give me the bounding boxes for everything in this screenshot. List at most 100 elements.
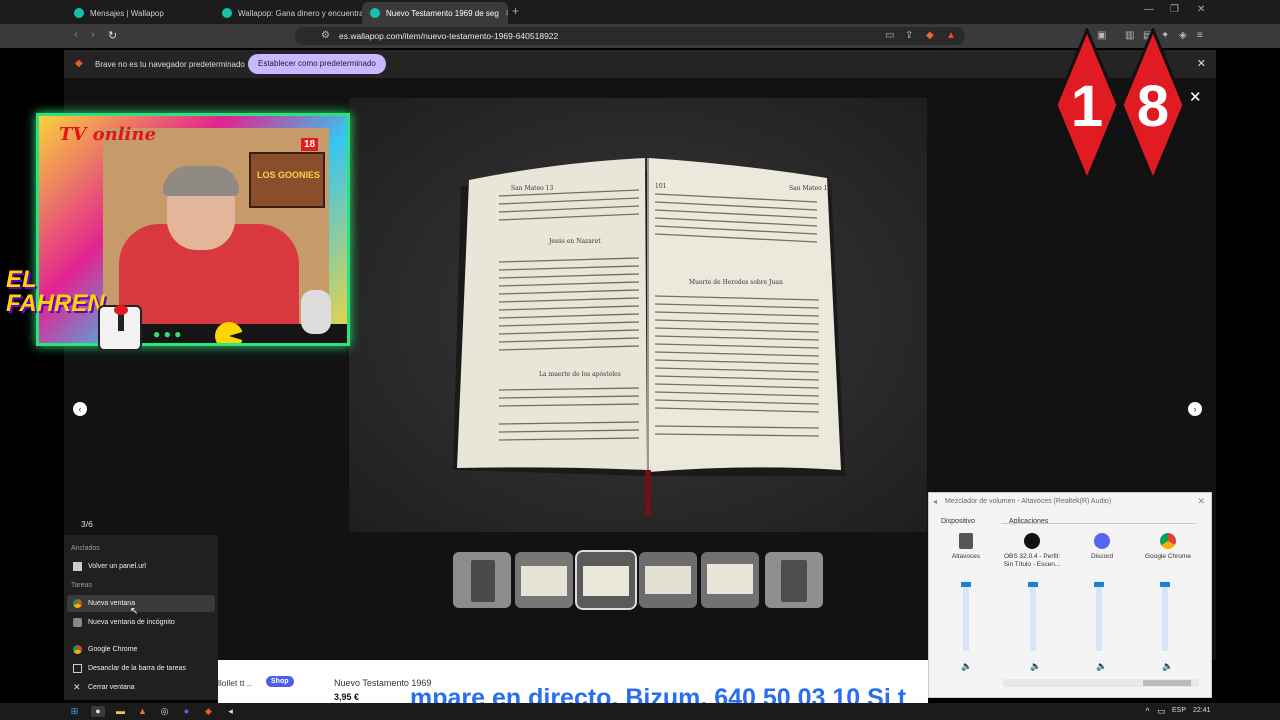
clock[interactable]: 22:41 (1193, 707, 1211, 714)
tray-overflow-icon[interactable]: ^ (1142, 706, 1153, 717)
channel-name: Discord (1090, 553, 1114, 560)
volume-slider-fill (1096, 584, 1102, 651)
age-badge-diamond: 1 (1054, 28, 1120, 182)
vlc-icon[interactable]: ▲ (137, 706, 148, 717)
jumplist-item[interactable]: Volver un panel.url (67, 558, 215, 575)
tab-wallapop-home[interactable]: Wallapop: Gana dinero y encuentra c (214, 2, 362, 24)
mixer-channel-discord: Discord (1071, 533, 1133, 561)
close-icon[interactable]: ✕ (1197, 496, 1205, 507)
horizontal-scrollbar[interactable] (1003, 679, 1199, 687)
default-browser-infobar: ◆ Brave no es tu navegador predeterminad… (64, 50, 1216, 78)
rewards-icon[interactable]: ▲ (946, 30, 956, 41)
maximize-icon[interactable]: ❐ (1170, 4, 1179, 15)
jumplist-item-label: Cerrar ventana (88, 684, 135, 691)
joystick-icon (98, 305, 142, 351)
cast-icon[interactable]: ▭ (885, 30, 894, 41)
mute-speaker-icon[interactable]: 🔈 (1096, 661, 1107, 672)
thumbnail[interactable] (453, 552, 511, 608)
site-settings-icon[interactable]: ⚙ (321, 30, 330, 41)
small-18-badge: 18 (301, 138, 319, 151)
left-page-heading: La muerte de los apóstoles (539, 371, 621, 378)
obs-taskbar-icon[interactable]: ◎ (159, 706, 170, 717)
network-icon[interactable]: ▭ (1156, 706, 1167, 717)
close-gallery-icon[interactable]: ✕ (1189, 88, 1202, 106)
jumplist-item-label: Nueva ventana (88, 600, 136, 607)
mute-speaker-icon[interactable]: 🔈 (1030, 661, 1041, 672)
seller-name[interactable]: llollet tt .. (218, 678, 252, 688)
tab-label: Wallapop: Gana dinero y encuentra c (238, 8, 362, 18)
age-badge-diamond: 8 (1120, 28, 1186, 182)
next-photo-button[interactable]: › (1188, 402, 1202, 416)
share-icon[interactable]: ⇪ (905, 30, 913, 41)
menu-icon[interactable]: ≡ (1197, 30, 1203, 41)
previous-photo-button[interactable]: ‹ (73, 402, 87, 416)
set-default-button[interactable]: Establecer como predeterminado (248, 54, 386, 74)
volume-slider-track[interactable] (1162, 581, 1168, 651)
mixer-channel-obs: OBS 32.0.4 - Perfil: Sin Título - Escen.… (1001, 533, 1063, 569)
close-window-icon[interactable]: ✕ (1197, 4, 1205, 15)
volume-slider-thumb[interactable] (1160, 582, 1170, 587)
tab-label: Nuevo Testamento 1969 de seg (386, 8, 499, 18)
thumbnail-selected[interactable] (575, 550, 637, 610)
volume-slider-fill (1030, 584, 1036, 651)
mute-speaker-icon[interactable]: 🔈 (961, 661, 972, 672)
thumbnail[interactable] (515, 552, 573, 608)
volume-slider-thumb[interactable] (1094, 582, 1104, 587)
back-icon[interactable]: ‹ (74, 29, 78, 41)
brave-logo-icon: ◆ (75, 58, 83, 69)
jumplist-item-app[interactable]: Google Chrome (67, 641, 215, 658)
brave-shields-icon[interactable]: ◆ (926, 30, 934, 41)
tab-strip: Mensajes | Wallapop Wallapop: Gana diner… (0, 0, 1280, 24)
open-book-image: San Mateo 13 Jesús en Nazaret La muerte … (453, 158, 845, 516)
reload-icon[interactable]: ↻ (108, 29, 117, 42)
new-tab-icon[interactable]: + (512, 4, 519, 18)
unpin-icon (73, 664, 82, 673)
close-icon[interactable]: ✕ (1197, 57, 1206, 70)
chrome-icon (1160, 533, 1176, 549)
chrome-taskbar-icon[interactable]: ● (91, 706, 105, 717)
windows-start-icon[interactable]: ⊞ (69, 706, 80, 717)
thumbnail[interactable] (765, 552, 823, 608)
obs-icon (1024, 533, 1040, 549)
jumplist-item-label: Volver un panel.url (88, 563, 146, 570)
right-page-header: San Mateo 14 (789, 185, 831, 192)
main-product-photo: San Mateo 13 Jesús en Nazaret La muerte … (349, 98, 927, 532)
thumbnail[interactable] (701, 552, 759, 608)
minimize-icon[interactable]: — (1144, 4, 1154, 15)
right-page-number: 101 (655, 183, 666, 190)
photo-counter: 3/6 (81, 519, 93, 529)
volume-taskbar-icon[interactable]: ◂ (225, 706, 236, 717)
tab-mensajes[interactable]: Mensajes | Wallapop (66, 2, 216, 24)
mute-speaker-icon[interactable]: 🔈 (1162, 661, 1173, 672)
volume-slider-thumb[interactable] (1028, 582, 1038, 587)
file-explorer-icon[interactable]: ▬ (115, 706, 126, 717)
language-indicator[interactable]: ESP (1172, 707, 1186, 714)
device-header: Dispositivo (941, 518, 975, 525)
close-icon: ✕ (73, 682, 81, 692)
jumplist-item-incognito[interactable]: Nueva ventana de incógnito (67, 614, 215, 631)
taskbar-jumplist: Anclados Volver un panel.url Tareas Nuev… (64, 535, 218, 700)
mouse-cursor-icon: ↖ (130, 606, 139, 617)
jumplist-item-new-window[interactable]: Nueva ventana (67, 595, 215, 612)
forward-icon[interactable]: › (91, 29, 95, 41)
shop-badge: Shop (266, 676, 294, 687)
volume-slider-track[interactable] (1030, 581, 1036, 651)
tasks-header: Tareas (71, 582, 93, 589)
brave-taskbar-icon[interactable]: ◆ (203, 706, 214, 717)
jumplist-item-unpin[interactable]: Desanclar de la barra de tareas (67, 660, 215, 677)
thumbnail[interactable] (639, 552, 697, 608)
address-bar[interactable]: ⚙ es.wallapop.com/item/nuevo-testamento-… (295, 27, 965, 45)
volume-slider-track[interactable] (963, 581, 969, 651)
volume-slider-thumb[interactable] (961, 582, 971, 587)
close-tab-icon[interactable]: ✕ (505, 8, 508, 19)
tab-nuevo-testamento[interactable]: Nuevo Testamento 1969 de seg ✕ (362, 2, 508, 24)
volume-slider-track[interactable] (1096, 581, 1102, 651)
volume-mixer-window: ◂ Mezclador de volumen - Altavoces (Real… (928, 492, 1212, 698)
left-page-header: San Mateo 13 (511, 185, 553, 192)
windows-taskbar: ⊞ ● ▬ ▲ ◎ ● ◆ ◂ ^ ▭ ESP 22:41 (0, 703, 1280, 720)
volume-slider-fill (963, 584, 969, 651)
jumplist-item-close[interactable]: ✕ Cerrar ventana (67, 679, 215, 696)
wallapop-favicon-icon (74, 8, 84, 18)
mixer-channel-altavoces: Altavoces (935, 533, 997, 561)
discord-taskbar-icon[interactable]: ● (181, 706, 192, 717)
